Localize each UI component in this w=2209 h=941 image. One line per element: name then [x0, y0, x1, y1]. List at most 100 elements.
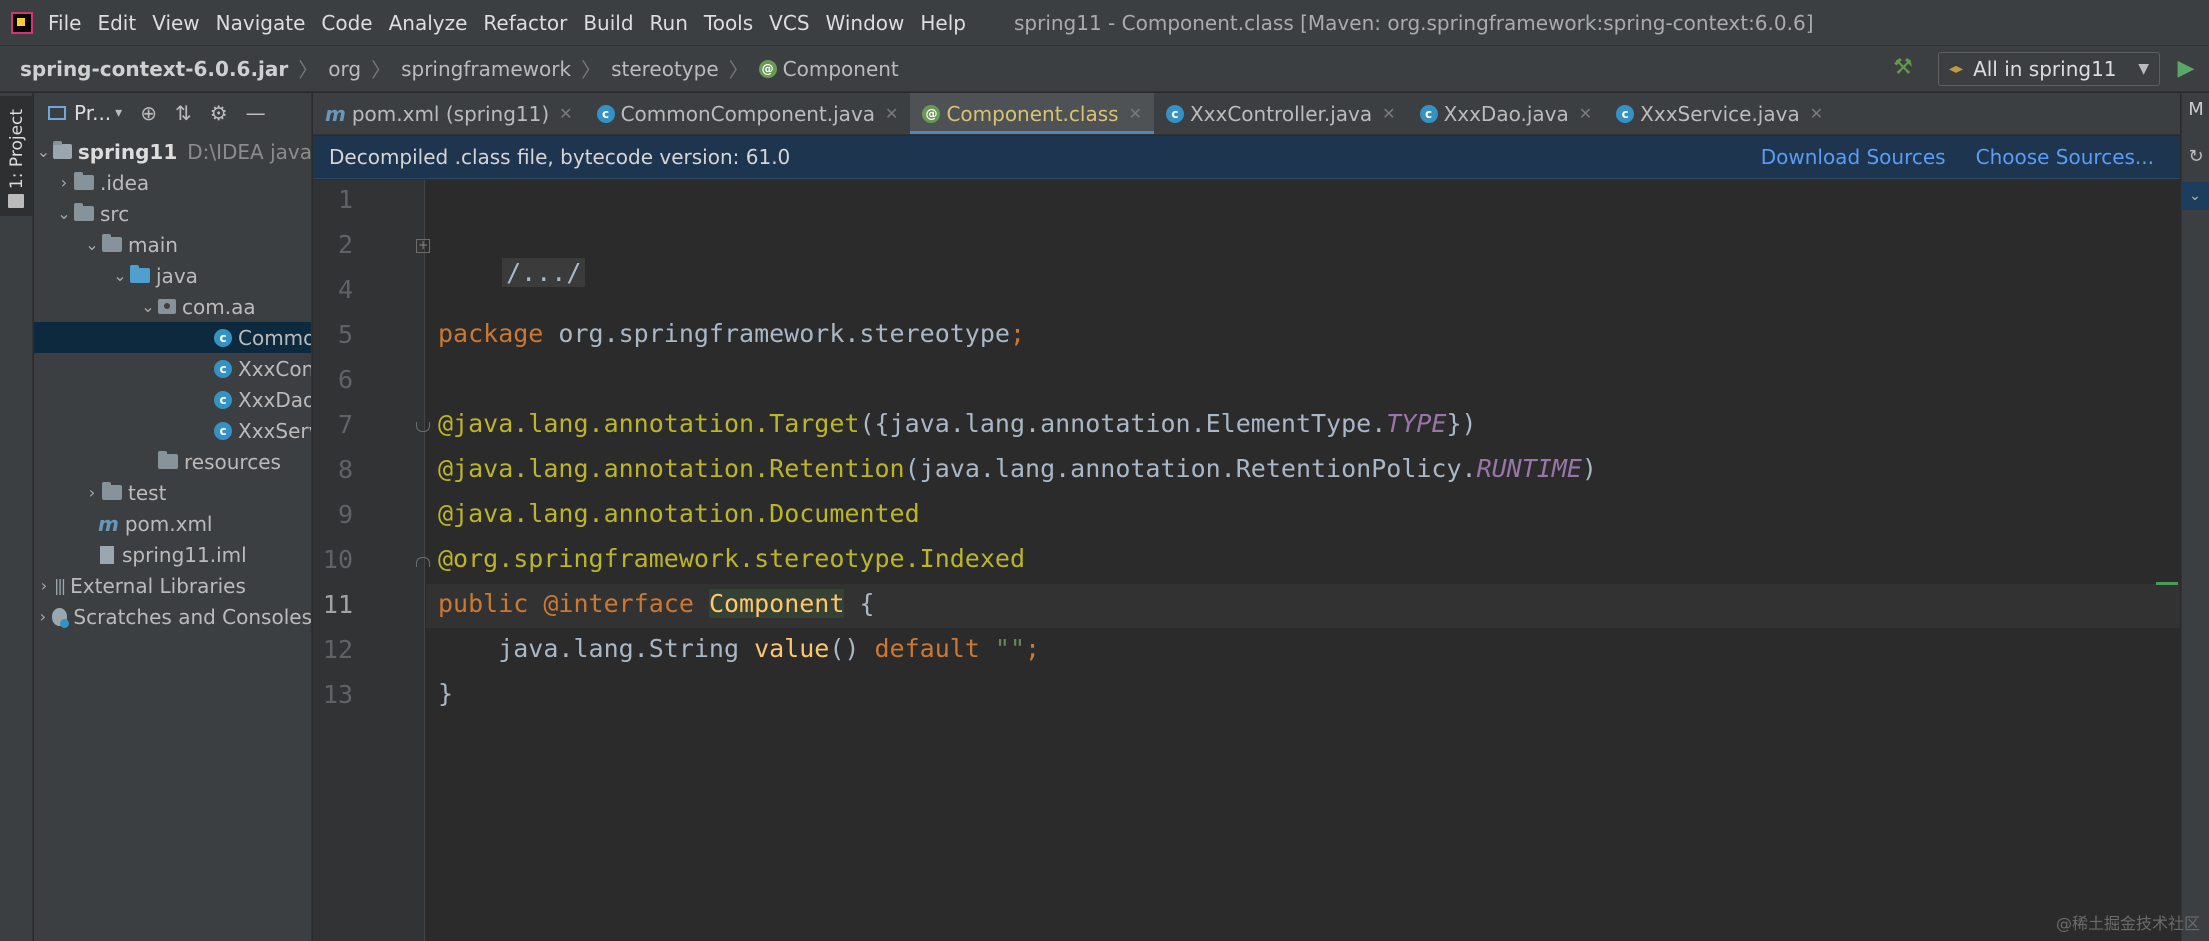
- close-icon[interactable]: ✕: [1810, 104, 1823, 123]
- code-token: ): [1581, 454, 1597, 483]
- intellij-logo-icon: [11, 11, 33, 34]
- class-icon: c: [214, 328, 232, 347]
- chevron-down-icon: ▼: [2138, 61, 2149, 77]
- download-sources-link[interactable]: Download Sources: [1761, 145, 1946, 169]
- breadcrumb-separator-icon: 〉: [728, 58, 749, 82]
- chevron-down-icon[interactable]: ⌄: [110, 266, 130, 285]
- chevron-down-icon[interactable]: ⌄: [138, 297, 158, 316]
- menu-code[interactable]: Code: [321, 11, 372, 35]
- class-icon: c: [1419, 104, 1438, 123]
- close-icon[interactable]: ✕: [559, 104, 572, 123]
- locate-target-icon[interactable]: ⊕: [140, 101, 157, 125]
- menu-window[interactable]: Window: [826, 11, 905, 35]
- menu-navigate[interactable]: Navigate: [216, 11, 306, 35]
- junit-config-icon: ◂▸: [1949, 61, 1964, 77]
- breadcrumb-component[interactable]: Component: [783, 57, 899, 81]
- tree-item-pom-xml[interactable]: m pom.xml: [34, 508, 311, 539]
- menu-tools[interactable]: Tools: [704, 11, 753, 35]
- fold-collapse-icon[interactable]: [416, 422, 430, 432]
- tree-item-xxx-service[interactable]: c XxxService: [34, 415, 311, 446]
- fold-expand-icon[interactable]: +: [416, 239, 430, 253]
- run-play-icon[interactable]: ▶: [2174, 56, 2198, 82]
- tree-item-label: java: [156, 263, 198, 288]
- chevron-down-icon[interactable]: ⌄: [34, 142, 53, 161]
- menu-build[interactable]: Build: [583, 11, 633, 35]
- close-icon[interactable]: ✕: [1382, 104, 1395, 123]
- class-icon: c: [1616, 104, 1635, 123]
- folder-icon: [74, 203, 94, 221]
- tab-pom-xml[interactable]: m pom.xml (spring11) ✕: [313, 93, 585, 134]
- folded-region[interactable]: /.../: [502, 258, 586, 287]
- menu-edit[interactable]: Edit: [97, 11, 136, 35]
- line-number: 8: [337, 455, 353, 484]
- breadcrumb-jar[interactable]: spring-context-6.0.6.jar: [20, 57, 288, 81]
- code-token: org.springframework.stereotype: [543, 319, 1010, 348]
- code-token: java.lang.String: [438, 634, 755, 663]
- folder-icon: [74, 172, 94, 190]
- breadcrumb-springframework[interactable]: springframework: [401, 57, 571, 81]
- refresh-icon[interactable]: ↻: [2185, 146, 2207, 170]
- menu-view[interactable]: View: [152, 11, 199, 35]
- tree-item-label: main: [128, 232, 178, 257]
- tab-xxx-controller-java[interactable]: c XxxController.java ✕: [1154, 93, 1408, 134]
- close-icon[interactable]: ✕: [1129, 104, 1142, 123]
- maven-tool-button[interactable]: M: [2186, 99, 2206, 125]
- tab-common-component-java[interactable]: c CommonComponent.java ✕: [585, 93, 911, 134]
- menu-file[interactable]: File: [48, 11, 81, 35]
- menu-vcs[interactable]: VCS: [769, 11, 809, 35]
- code-token: }): [1446, 409, 1477, 438]
- tree-item-test[interactable]: › test: [34, 477, 311, 508]
- menu-analyze[interactable]: Analyze: [389, 11, 468, 35]
- tab-xxx-dao-java[interactable]: c XxxDao.java ✕: [1408, 93, 1605, 134]
- tree-item-label: spring11: [77, 139, 178, 164]
- chevron-down-icon[interactable]: ⌄: [54, 204, 74, 223]
- gear-icon[interactable]: ⚙: [210, 101, 228, 125]
- close-icon[interactable]: ✕: [1579, 104, 1592, 123]
- minimize-icon[interactable]: —: [246, 101, 266, 125]
- run-configuration-dropdown[interactable]: ◂▸ All in spring11 ▼: [1938, 52, 2160, 86]
- tree-item-src[interactable]: ⌄ src: [34, 198, 311, 229]
- chevron-right-icon[interactable]: ›: [34, 576, 54, 595]
- build-hammer-icon[interactable]: ⚒: [1890, 55, 1916, 81]
- chevron-down-icon[interactable]: ▾: [115, 105, 122, 121]
- chevron-right-icon[interactable]: ›: [54, 173, 74, 192]
- menu-refactor[interactable]: Refactor: [483, 11, 567, 35]
- chevron-down-icon[interactable]: ⌄: [2181, 182, 2209, 210]
- tree-item-idea[interactable]: › .idea: [34, 167, 311, 198]
- tree-item-main[interactable]: ⌄ main: [34, 229, 311, 260]
- tab-component-class[interactable]: @ Component.class ✕: [910, 93, 1154, 134]
- tree-item-xxx-dao[interactable]: c XxxDao: [34, 384, 312, 415]
- tree-item-resources[interactable]: resources: [34, 446, 311, 477]
- menu-help[interactable]: Help: [920, 11, 966, 35]
- collapse-all-icon[interactable]: ⇅: [175, 101, 192, 125]
- tree-item-scratches[interactable]: › Scratches and Consoles: [34, 601, 311, 632]
- tree-item-spring11[interactable]: ⌄ spring11 D:\IDEA java: [34, 136, 311, 167]
- tree-item-com-aa[interactable]: ⌄ com.aa: [34, 291, 311, 322]
- chevron-down-icon[interactable]: ⌄: [82, 235, 102, 254]
- tab-label: Component.class: [946, 101, 1119, 126]
- class-icon: c: [596, 104, 615, 123]
- chevron-right-icon[interactable]: ›: [82, 483, 102, 502]
- menu-run[interactable]: Run: [650, 11, 688, 35]
- choose-sources-link[interactable]: Choose Sources...: [1976, 145, 2154, 169]
- chevron-right-icon[interactable]: ›: [34, 607, 52, 626]
- tab-xxx-service-java[interactable]: c XxxService.java ✕: [1604, 93, 1835, 134]
- tree-item-label: XxxController: [238, 356, 312, 381]
- tree-item-xxx-controller[interactable]: c XxxController: [34, 353, 312, 384]
- tree-item-common-component[interactable]: c CommonComponent: [34, 322, 311, 353]
- code-token: @java.lang.annotation.: [438, 454, 770, 483]
- project-tool-label: 1: Project: [7, 108, 27, 190]
- project-panel-header: Pr... ▾ ⊕ ⇅ ⚙ —: [34, 93, 312, 133]
- code-token: "": [994, 634, 1026, 663]
- breadcrumb-org[interactable]: org: [328, 57, 361, 81]
- tree-item-java[interactable]: ⌄ java: [34, 260, 311, 291]
- fold-end-icon[interactable]: [416, 557, 430, 567]
- close-icon[interactable]: ✕: [885, 104, 898, 123]
- tree-item-label: XxxDao: [238, 387, 312, 412]
- project-view-dropdown[interactable]: Pr...: [74, 101, 111, 125]
- breadcrumb-stereotype[interactable]: stereotype: [611, 57, 719, 81]
- tree-item-spring11-iml[interactable]: spring11.iml: [34, 539, 311, 570]
- line-number: 9: [337, 500, 353, 529]
- tree-item-external-libraries[interactable]: › ||| External Libraries: [34, 570, 311, 601]
